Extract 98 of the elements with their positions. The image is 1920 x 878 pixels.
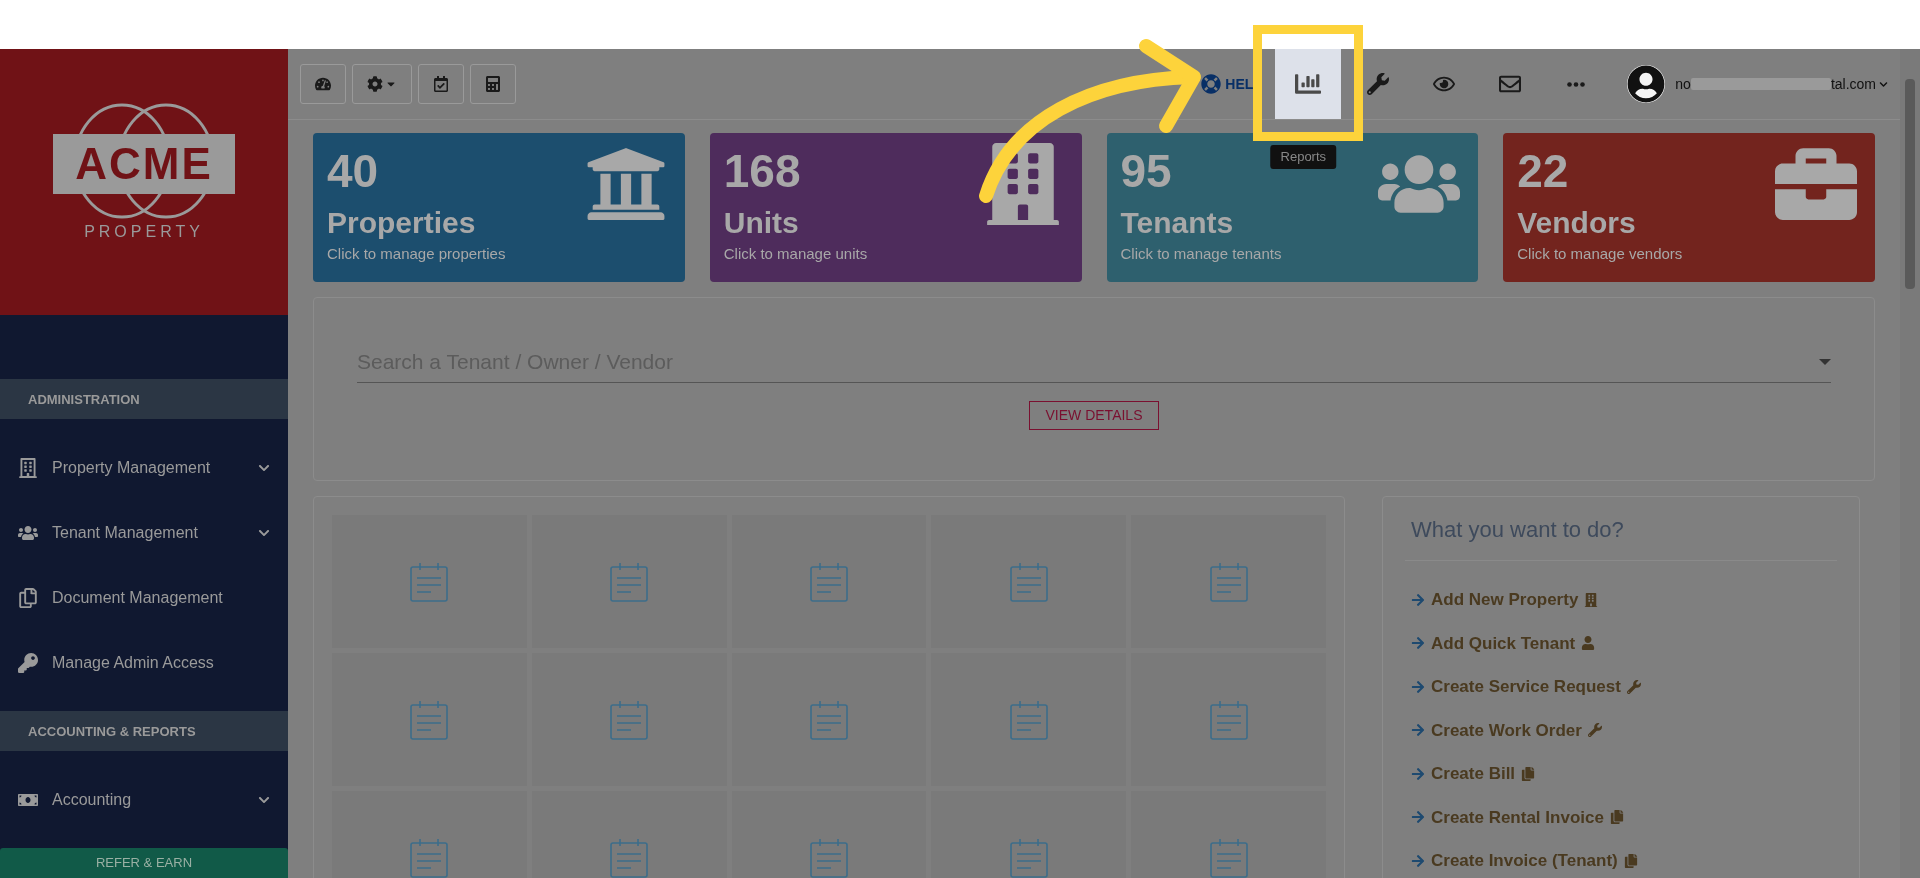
user-icon [1581, 636, 1596, 651]
email-end: tal.com [1830, 74, 1876, 94]
dropdown-icon [1819, 358, 1831, 365]
quick-action-link[interactable]: Add Quick Tenant [1431, 630, 1576, 656]
sidebar-section-header: ACCOUNTING & REPORTS [0, 711, 288, 752]
wrench-icon [1367, 73, 1390, 95]
stat-card[interactable]: 168 Units Click to manage units [709, 133, 1082, 282]
tile[interactable] [332, 653, 527, 786]
refer-earn-button[interactable]: REFER & EARN [0, 848, 288, 878]
building-icon [1584, 592, 1599, 607]
stat-subtitle: Click to manage units [723, 244, 868, 264]
notepad-icon [809, 698, 849, 741]
stat-title: Properties [327, 205, 476, 241]
copy-icon [1623, 853, 1638, 868]
stat-title: Tenants [1120, 205, 1234, 241]
user-menu[interactable]: no tal.com [1675, 73, 1888, 95]
sidebar-item[interactable]: Property Management [0, 435, 288, 501]
arrow-icon [1411, 810, 1425, 825]
arrow-icon [1411, 679, 1425, 694]
panel-title: What you want to do? [1405, 513, 1837, 561]
quick-action-link[interactable]: Add New Property [1431, 587, 1579, 613]
bar-chart-icon [1295, 71, 1322, 97]
tile[interactable] [531, 653, 727, 786]
tile[interactable] [931, 653, 1127, 786]
dashboard-icon [315, 76, 331, 92]
sidebar-item[interactable]: Manage Admin Access [0, 630, 288, 696]
stat-title: Units [723, 205, 799, 241]
stat-count: 168 [723, 144, 801, 199]
toolbar-button[interactable] [1275, 49, 1342, 119]
notepad-icon [1208, 560, 1249, 603]
notepad-icon [1008, 698, 1049, 741]
notepad-icon [609, 836, 650, 878]
tile[interactable] [931, 515, 1127, 648]
tile[interactable] [1131, 653, 1326, 786]
logo-subtitle: PROPERTY [84, 221, 204, 242]
copy-icon [1521, 766, 1536, 781]
key-icon [18, 652, 38, 673]
arrow-icon [1411, 636, 1425, 651]
tile[interactable] [731, 515, 927, 648]
notepad-icon [609, 698, 650, 741]
notepad-icon [809, 560, 849, 603]
help-button[interactable]: HEL [1197, 49, 1258, 119]
copy-icon [1609, 810, 1624, 825]
stat-count: 40 [327, 144, 379, 199]
avatar-icon [1627, 65, 1666, 103]
notepad-icon [809, 836, 849, 878]
quick-action-link[interactable]: Create Bill [1431, 761, 1516, 787]
stat-card[interactable]: 40 Properties Click to manage properties [313, 133, 685, 282]
tooltip: Reports [1270, 145, 1337, 169]
calendar-icon [433, 76, 449, 92]
building-icon [18, 457, 38, 478]
wrench-icon [1626, 679, 1641, 694]
sidebar-section-header: ADMINISTRATION [0, 379, 288, 420]
stat-title: Vendors [1517, 205, 1636, 241]
toolbar-button[interactable] [418, 64, 464, 104]
tile[interactable] [1131, 515, 1326, 648]
notepad-icon [1208, 836, 1249, 878]
toolbar-button[interactable] [300, 64, 346, 104]
stat-count: 22 [1517, 144, 1569, 199]
notepad-icon [1208, 698, 1249, 741]
tile[interactable] [332, 515, 527, 648]
sidebar-item[interactable]: Tenant Management [0, 500, 288, 566]
notepad-icon [609, 560, 650, 603]
more-icon [1567, 81, 1586, 87]
sidebar-item[interactable]: Accounting [0, 767, 288, 833]
mail-icon [1499, 73, 1522, 95]
arrow-icon [1411, 592, 1425, 607]
arrow-icon [1411, 853, 1425, 868]
notepad-icon [1008, 836, 1049, 878]
calculator-icon [485, 76, 501, 92]
wrench-icon [1587, 723, 1602, 738]
chevron-icon [1879, 79, 1888, 89]
view-details-button[interactable]: VIEW DETAILS [1028, 400, 1160, 430]
stat-subtitle: Click to manage tenants [1120, 244, 1282, 264]
logo-wordmark: ACME [53, 133, 235, 194]
arrow-icon [1411, 766, 1425, 781]
notepad-icon [409, 698, 450, 741]
stat-subtitle: Click to manage vendors [1517, 244, 1683, 264]
sidebar-item[interactable]: Document Management [0, 565, 288, 631]
tile[interactable] [731, 653, 927, 786]
tile[interactable] [531, 515, 727, 648]
quick-action-link[interactable]: Create Invoice (Tenant) [1431, 848, 1618, 874]
stat-card[interactable]: 22 Vendors Click to manage vendors [1503, 133, 1875, 282]
quick-action-link[interactable]: Create Work Order [1431, 717, 1582, 743]
stat-subtitle: Click to manage properties [327, 244, 506, 264]
notepad-icon [409, 836, 450, 878]
notepad-icon [1008, 560, 1049, 603]
documents-icon [18, 587, 38, 608]
quick-action-link[interactable]: Create Service Request [1431, 674, 1621, 700]
quick-action-link[interactable]: Create Rental Invoice [1431, 804, 1604, 830]
email-start: no [1675, 74, 1691, 94]
notepad-icon [409, 560, 450, 603]
settings-icon [367, 76, 383, 92]
stat-count: 95 [1120, 144, 1172, 199]
toolbar-button[interactable] [352, 64, 412, 104]
help-icon [1201, 74, 1222, 94]
toolbar-button[interactable] [470, 64, 516, 104]
arrow-icon [1411, 723, 1425, 738]
